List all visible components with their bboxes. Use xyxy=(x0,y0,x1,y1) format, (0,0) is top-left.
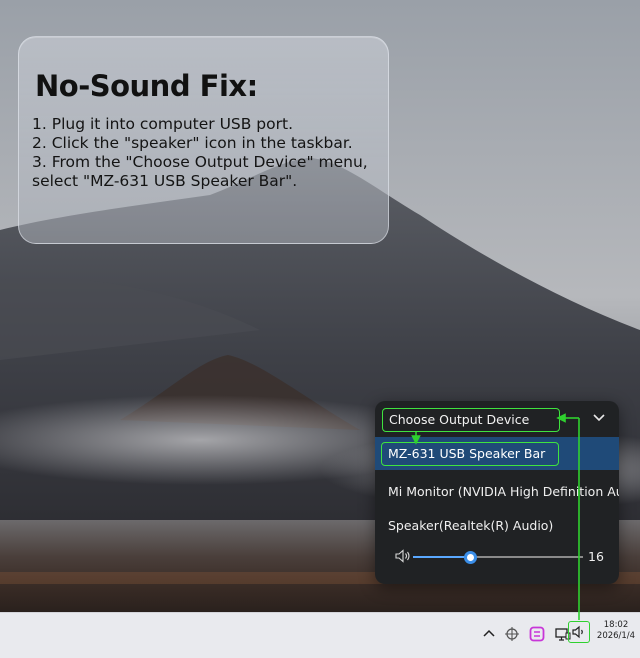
instruction-card: No-Sound Fix: 1. Plug it into computer U… xyxy=(18,36,389,244)
taskbar-clock[interactable]: 18:02 2026/1/4 xyxy=(596,620,636,642)
speaker-volume-icon[interactable] xyxy=(395,549,411,563)
device-item-mi-monitor[interactable]: Mi Monitor (NVIDIA High Definition Audio xyxy=(375,475,619,508)
card-title: No-Sound Fix: xyxy=(35,69,258,103)
chevron-up-icon[interactable] xyxy=(480,625,498,643)
step-3: 3. From the "Choose Output Device" menu,… xyxy=(32,153,368,190)
device-label: Speaker(Realtek(R) Audio) xyxy=(388,518,554,533)
choose-output-device-header[interactable]: Choose Output Device xyxy=(382,408,560,432)
step-1: 1. Plug it into computer USB port. xyxy=(32,115,294,133)
chevron-down-icon[interactable] xyxy=(592,412,606,424)
network-icon[interactable] xyxy=(503,625,521,643)
volume-slider-thumb[interactable] xyxy=(464,551,477,564)
device-label: MZ-631 USB Speaker Bar xyxy=(381,442,559,466)
volume-slider-fill xyxy=(413,556,470,558)
device-item-realtek-speaker[interactable]: Speaker(Realtek(R) Audio) xyxy=(375,509,619,542)
device-label: Mi Monitor (NVIDIA High Definition Audio xyxy=(388,484,619,499)
speaker-icon xyxy=(572,625,583,639)
taskbar: 18:02 2026/1/4 xyxy=(0,612,640,658)
clock-date: 2026/1/4 xyxy=(596,631,636,641)
taskbar-speaker-button[interactable] xyxy=(568,621,590,643)
steps-list: 1. Plug it into computer USB port. 2. Cl… xyxy=(32,115,382,191)
audio-flyout: Choose Output Device MZ-631 USB Speaker … xyxy=(375,401,619,584)
app-icon[interactable] xyxy=(528,625,546,643)
clock-time: 18:02 xyxy=(603,620,629,630)
volume-value: 16 xyxy=(588,549,604,564)
volume-slider[interactable] xyxy=(413,551,583,564)
volume-slider-row: 16 xyxy=(375,547,619,567)
step-2: 2. Click the "speaker" icon in the taskb… xyxy=(32,134,353,152)
device-item-mz631[interactable]: MZ-631 USB Speaker Bar xyxy=(375,437,619,470)
